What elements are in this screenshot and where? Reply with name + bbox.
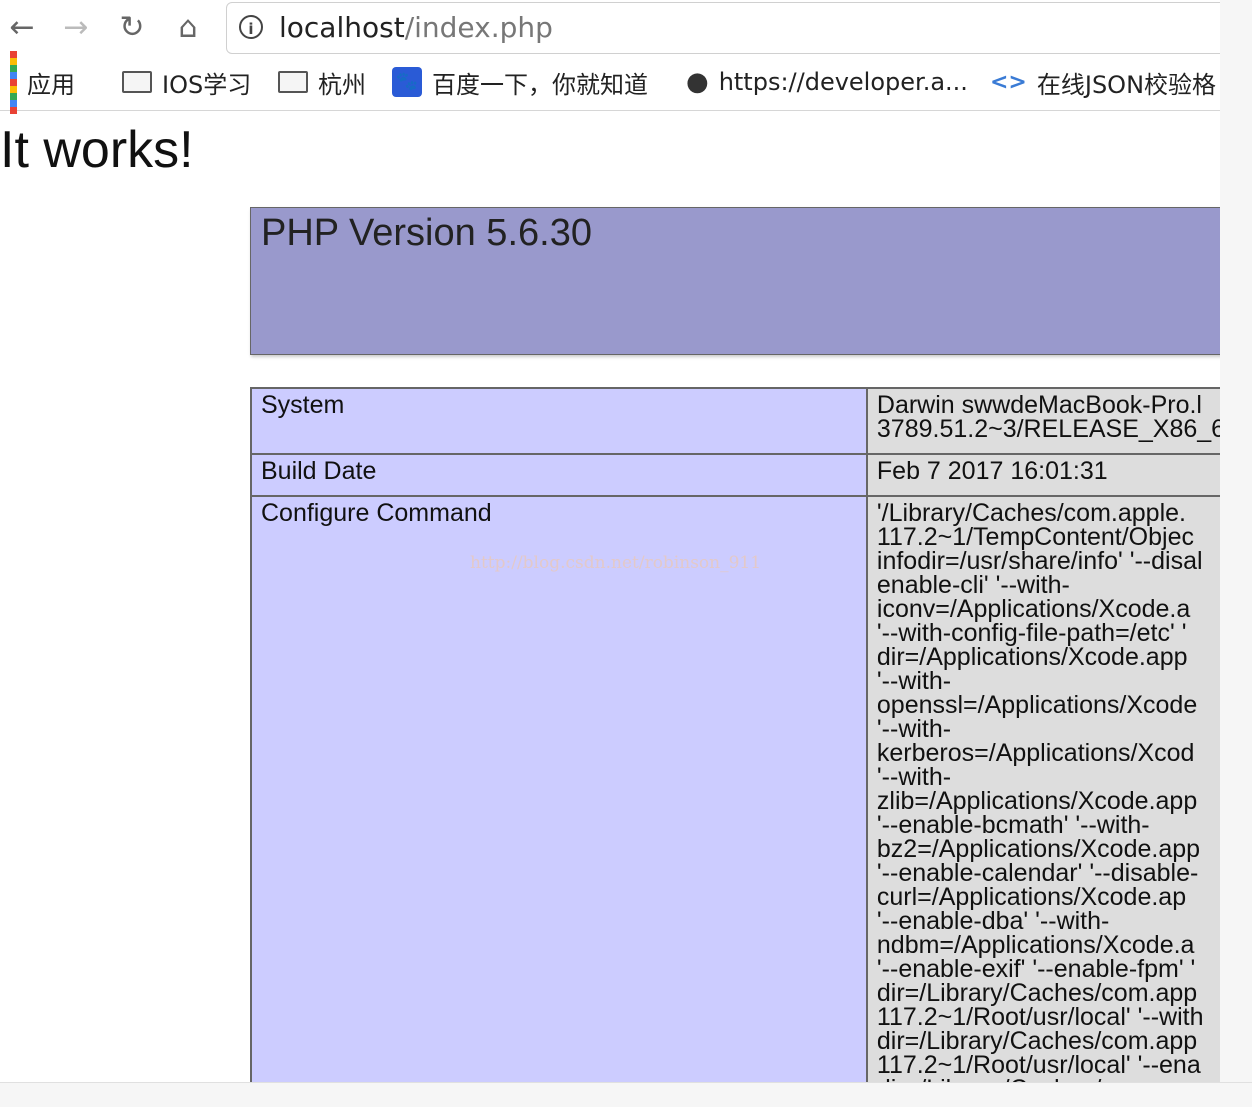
php-version-header: PHP Version 5.6.30: [250, 207, 1242, 355]
bookmark-label: 百度一下，你就知道: [432, 70, 648, 99]
home-icon[interactable]: ⌂: [170, 10, 206, 46]
row-key: Configure Command: [250, 495, 868, 1107]
php-info-table: System Darwin swwdeMacBook-Pro.l 3789.51…: [250, 387, 1251, 1107]
baidu-paw-icon: 🐾: [392, 67, 422, 97]
bookmark-label: https://developer.a...: [718, 68, 968, 96]
apps-grid-icon: [10, 50, 17, 114]
table-row: Build Date Feb 7 2017 16:01:31: [250, 453, 1251, 497]
page-heading: It works!: [0, 121, 194, 179]
address-bar[interactable]: i localhost/index.php: [226, 2, 1228, 54]
row-value: Feb 7 2017 16:01:31: [865, 453, 1251, 497]
browser-chrome: ← → ↻ ⌂ i localhost/index.php 应用 IOS学习 杭…: [0, 0, 1228, 114]
json-icon: <>: [990, 69, 1027, 95]
apple-icon: ●: [686, 67, 709, 97]
row-key: Build Date: [250, 453, 868, 497]
bookmark-baidu[interactable]: 🐾 百度一下，你就知道: [392, 64, 648, 100]
bookmark-hangzhou[interactable]: 杭州: [278, 64, 366, 100]
bookmark-label: 杭州: [318, 70, 366, 99]
table-row: Configure Command '/Library/Caches/com.a…: [250, 495, 1251, 1107]
php-version-title: PHP Version 5.6.30: [261, 212, 592, 254]
address-url[interactable]: localhost/index.php: [279, 11, 553, 44]
folder-icon: [278, 71, 308, 93]
url-path: /index.php: [404, 11, 553, 44]
bookmark-label: 在线JSON校验格: [1036, 70, 1217, 99]
folder-icon: [122, 71, 152, 93]
watermark: http://blog.csdn.net/robinson_911: [470, 553, 762, 573]
bookmark-label: 应用: [27, 70, 75, 99]
row-value: '/Library/Caches/com.apple. 117.2~1/Temp…: [865, 495, 1251, 1107]
row-key: System: [250, 387, 868, 455]
status-bar: [0, 1082, 1252, 1107]
row-value: Darwin swwdeMacBook-Pro.l 3789.51.2~3/RE…: [865, 387, 1251, 455]
table-row: System Darwin swwdeMacBook-Pro.l 3789.51…: [250, 387, 1251, 455]
reload-icon[interactable]: ↻: [114, 10, 150, 46]
window-edge: [1220, 0, 1252, 1106]
site-info-icon[interactable]: i: [239, 15, 263, 39]
bookmark-apps[interactable]: 应用: [10, 50, 75, 114]
bookmark-json[interactable]: <> 在线JSON校验格: [990, 64, 1216, 100]
forward-arrow-icon[interactable]: →: [58, 10, 94, 46]
bookmark-ios[interactable]: IOS学习: [122, 64, 251, 100]
bookmark-label: IOS学习: [162, 70, 252, 99]
bookmark-apple-developer[interactable]: ● https://developer.a...: [686, 64, 968, 100]
back-arrow-icon[interactable]: ←: [4, 10, 40, 46]
url-host: localhost: [279, 11, 405, 44]
